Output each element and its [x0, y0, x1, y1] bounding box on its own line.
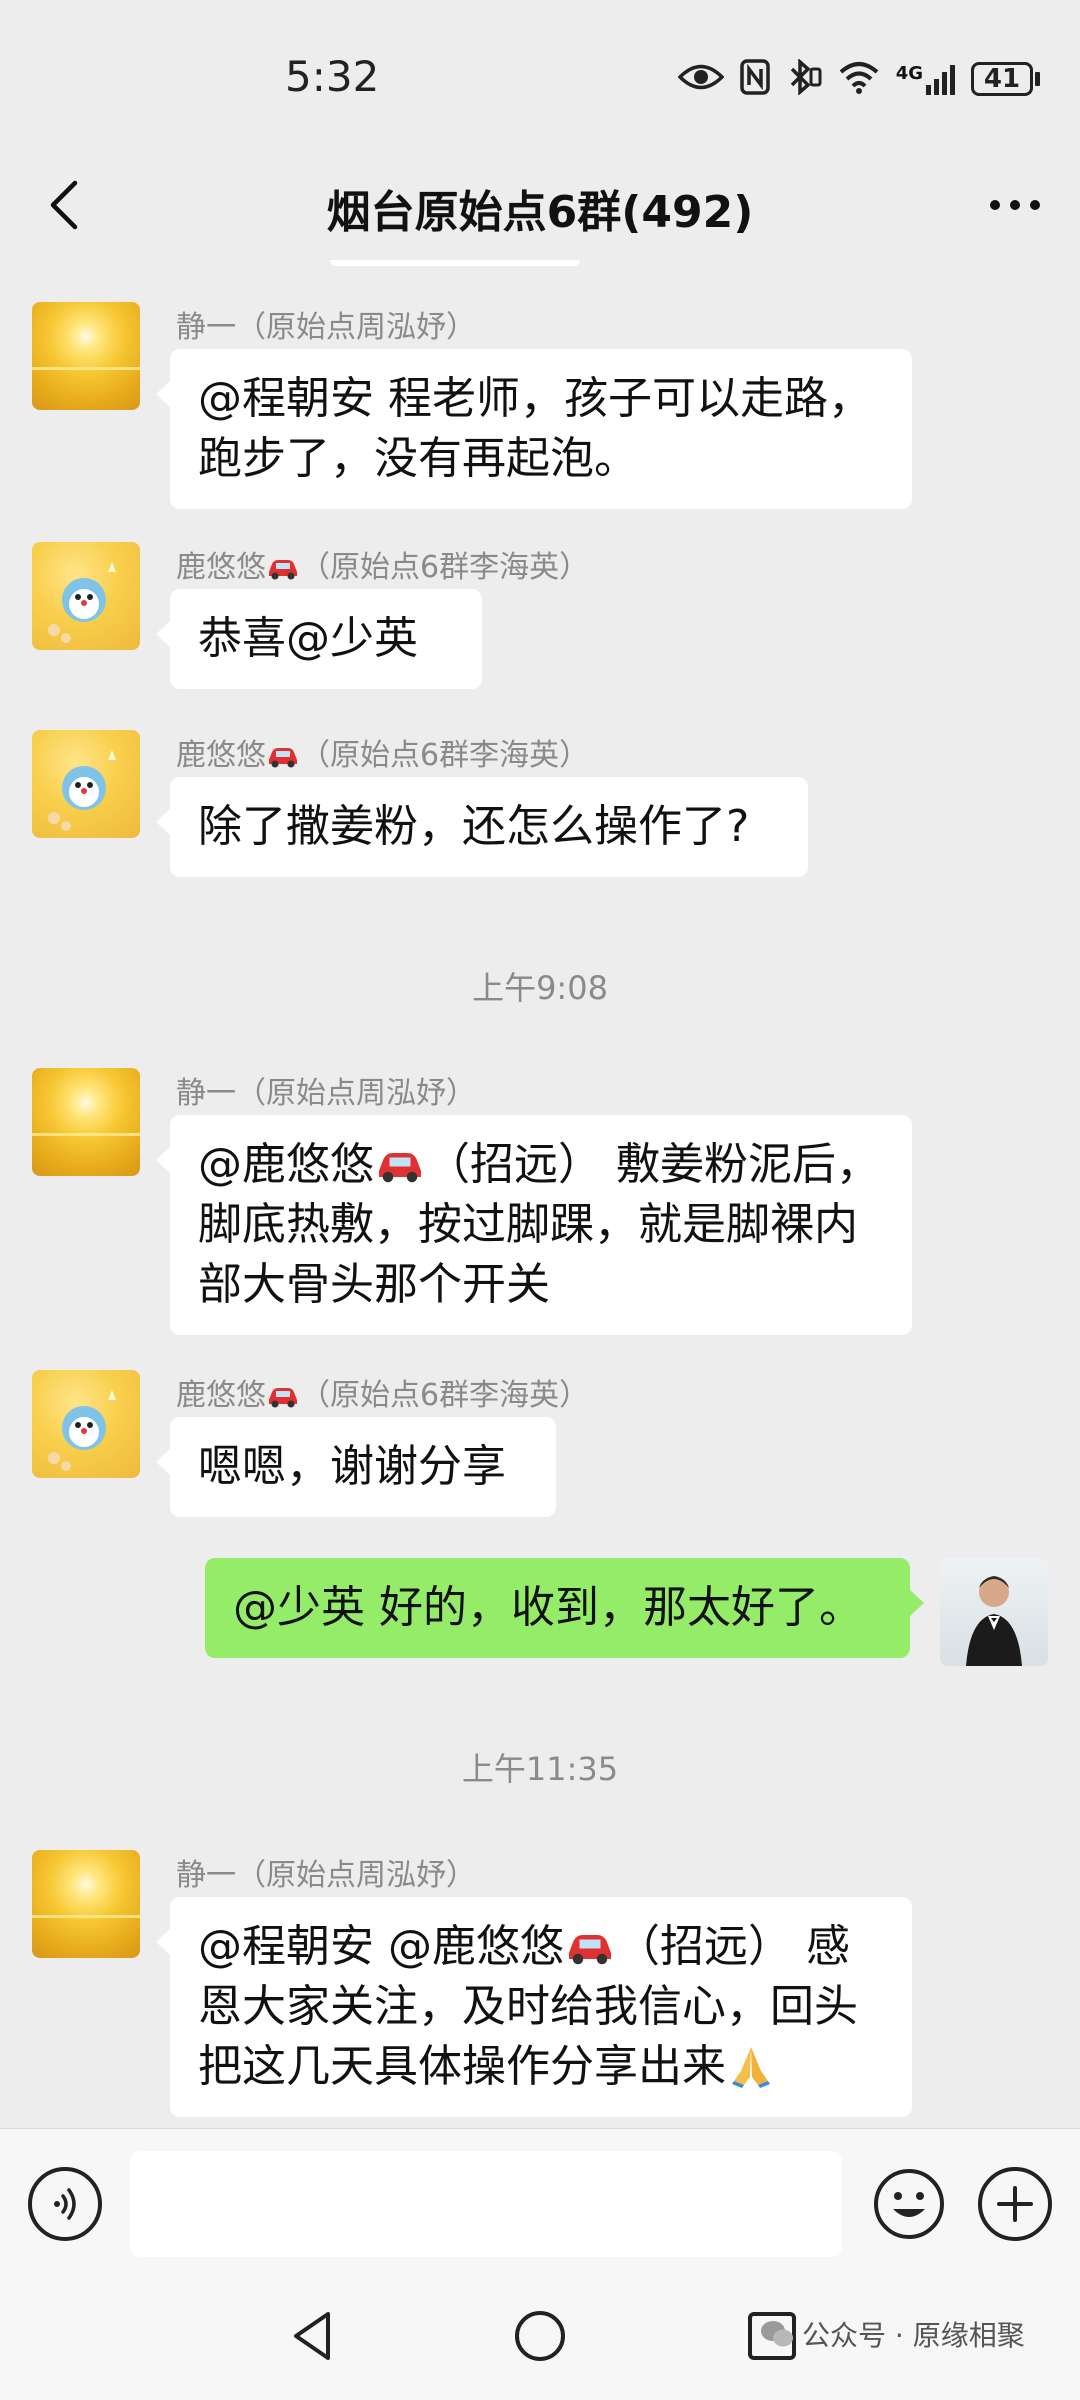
message-text: （招远） 敷姜粉泥后， — [426, 1139, 880, 1190]
more-options-button[interactable] — [980, 172, 1050, 238]
message-line: @鹿悠悠 （招远） 敷姜粉泥后， — [198, 1135, 884, 1195]
message-line: @程朝安 程老师，孩子可以走路， — [198, 373, 872, 424]
nav-back-button[interactable] — [284, 2306, 344, 2366]
message-text: （招远） 感 — [616, 1921, 850, 1972]
previous-message-fragment — [330, 260, 580, 266]
sender-group-text: （原始点6群李海英） — [300, 738, 590, 773]
avatar[interactable] — [32, 730, 140, 838]
sender-name: 静一（原始点周泓妤） — [176, 310, 476, 345]
network-type-label: 4G — [895, 63, 923, 84]
bluetooth-icon — [786, 58, 822, 99]
avatar[interactable] — [32, 542, 140, 650]
message-text: 把这几天具体操作分享出来 — [198, 2041, 726, 2092]
cartoon-avatar-icon — [48, 562, 116, 643]
message-bubble[interactable]: @鹿悠悠 （招远） 敷姜粉泥后， 脚底热敷，按过脚踝，就是脚裸内 部大骨头那个开关 — [156, 1115, 912, 1335]
wechat-logo-icon — [761, 2321, 793, 2347]
message-line: 恩大家关注，及时给我信心，回头 — [198, 1981, 858, 2032]
message-bubble[interactable]: 嗯嗯，谢谢分享 — [156, 1417, 556, 1517]
voice-input-button[interactable] — [28, 2167, 102, 2241]
nav-home-button[interactable] — [510, 2306, 570, 2366]
car-icon — [269, 1388, 297, 1408]
avatar[interactable] — [32, 302, 140, 410]
message-line: @程朝安 @鹿悠悠 （招远） 感 — [198, 1917, 884, 1977]
voice-icon — [54, 2188, 76, 2220]
cartoon-avatar-icon — [48, 750, 116, 831]
timestamp: 上午9:08 — [472, 969, 608, 1007]
system-navigation-bar: 公众号 · 原缘相聚 — [0, 2278, 1080, 2400]
sender-name: 鹿悠悠 （原始点6群李海英） — [176, 1370, 589, 1414]
sender-name-text: 鹿悠悠 — [176, 738, 266, 773]
message-bubble[interactable]: @程朝安 程老师，孩子可以走路， 跑步了，没有再起泡。 — [156, 349, 912, 509]
sender-name: 鹿悠悠 （原始点6群李海英） — [176, 542, 589, 586]
message-bubble[interactable]: 除了撒姜粉，还怎么操作了? — [156, 777, 808, 877]
circle-home-icon — [515, 2311, 565, 2361]
sender-name: 静一（原始点周泓妤） — [176, 1076, 476, 1111]
sender-group-text: （原始点6群李海英） — [300, 1378, 590, 1413]
message-bubble[interactable]: 恭喜@少英 — [156, 589, 482, 689]
triangle-back-icon — [294, 2312, 330, 2360]
car-icon — [269, 748, 297, 768]
message-text-input[interactable] — [130, 2151, 842, 2257]
plus-icon — [997, 2186, 1033, 2222]
car-icon — [269, 560, 297, 580]
sender-name-text: 鹿悠悠 — [176, 1378, 266, 1413]
person-avatar-icon — [966, 1576, 1022, 1666]
sender-name-text: 鹿悠悠 — [176, 550, 266, 585]
battery-icon: 41 — [971, 62, 1040, 96]
status-icons: 4G 41 — [677, 56, 1040, 102]
emoji-button[interactable] — [872, 2167, 946, 2241]
sender-name: 鹿悠悠 （原始点6群李海英） — [176, 730, 589, 774]
eye-icon — [677, 62, 725, 96]
status-time: 5:32 — [285, 52, 380, 101]
message-line: 除了撒姜粉，还怎么操作了? — [198, 801, 750, 852]
car-icon — [379, 1153, 421, 1183]
mention-text: @鹿悠悠 — [198, 1139, 374, 1190]
avatar[interactable] — [32, 1068, 140, 1176]
message-line: 部大骨头那个开关 — [198, 1259, 550, 1310]
car-icon — [569, 1935, 611, 1965]
folded-hands-icon — [732, 2047, 770, 2088]
battery-tip — [1035, 72, 1040, 86]
more-dots-icon — [990, 200, 1040, 210]
sender-group-text: （原始点6群李海英） — [300, 550, 590, 585]
wifi-icon — [838, 60, 880, 98]
message-bubble-self[interactable]: @少英 好的，收到，那太好了。 — [205, 1558, 924, 1658]
watermark-text: 公众号 · 原缘相聚 — [802, 2319, 1025, 2352]
chat-message-list[interactable]: 静一（原始点周泓妤） @程朝安 程老师，孩子可以走路， 跑步了，没有再起泡。 鹿… — [0, 260, 1080, 2128]
message-line: 嗯嗯，谢谢分享 — [198, 1441, 506, 1492]
chat-header: 烟台原始点6群(492) — [0, 150, 1080, 260]
message-line: 恭喜@少英 — [198, 613, 418, 664]
avatar-self[interactable] — [940, 1558, 1048, 1666]
watermark: 公众号 · 原缘相聚 — [760, 2314, 1025, 2354]
avatar[interactable] — [32, 1850, 140, 1958]
message-input-bar — [0, 2128, 1080, 2279]
mention-text: @程朝安 @鹿悠悠 — [198, 1921, 564, 1972]
cartoon-avatar-icon — [48, 1390, 116, 1471]
message-bubble[interactable]: @程朝安 @鹿悠悠 （招远） 感 恩大家关注，及时给我信心，回头 把这几天具体操作… — [156, 1897, 912, 2117]
timestamp: 上午11:35 — [461, 1750, 619, 1788]
message-line: 把这几天具体操作分享出来 — [198, 2037, 884, 2097]
smiley-icon — [874, 2169, 944, 2239]
chat-title: 烟台原始点6群(492) — [326, 187, 754, 238]
battery-level: 41 — [971, 62, 1033, 96]
avatar[interactable] — [32, 1370, 140, 1478]
nfc-icon — [739, 59, 770, 99]
sender-name: 静一（原始点周泓妤） — [176, 1858, 476, 1893]
more-functions-button[interactable] — [978, 2167, 1052, 2241]
status-bar: 5:32 4G 41 — [0, 0, 1080, 150]
message-line: 跑步了，没有再起泡。 — [198, 433, 638, 484]
signal-icon: 4G — [896, 63, 955, 95]
message-line: 脚底热敷，按过脚踝，就是脚裸内 — [198, 1199, 858, 1250]
